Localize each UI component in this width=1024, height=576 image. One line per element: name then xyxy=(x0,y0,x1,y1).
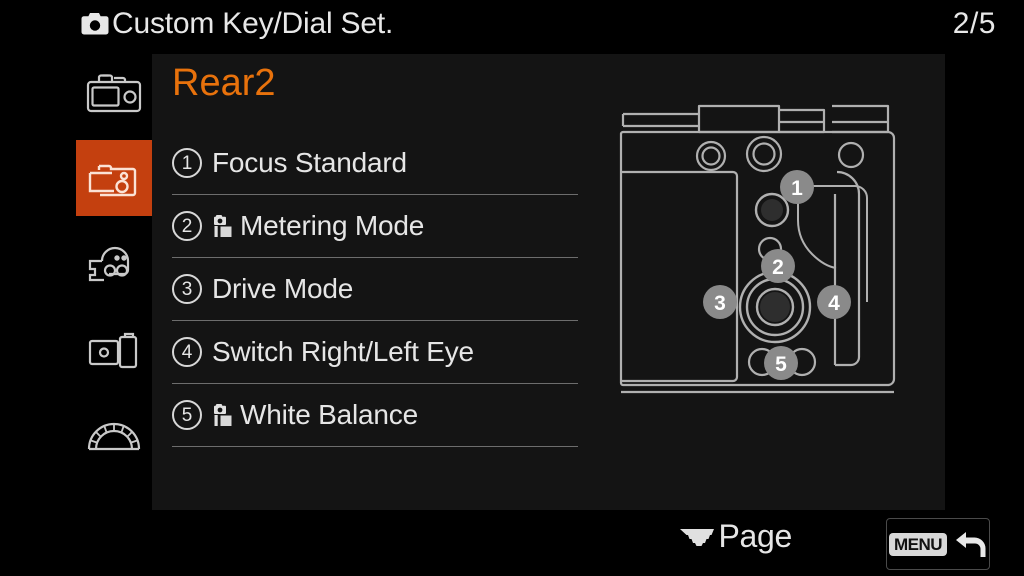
setup-gauge-icon xyxy=(87,422,141,451)
item-number-badge: 3 xyxy=(172,274,202,304)
sidebar-item-playback[interactable] xyxy=(76,312,152,388)
item-number-badge: 5 xyxy=(172,400,202,430)
svg-text:5: 5 xyxy=(775,353,787,376)
camera-menu-screen: Custom Key/Dial Set. 2/5 Rear2 1 Focus S… xyxy=(0,0,1024,576)
sidebar-item-shooting[interactable] xyxy=(76,54,152,130)
menu-item-label: Metering Mode xyxy=(240,210,425,241)
camera-rear-diagram: 1 2 3 4 5 xyxy=(607,74,917,419)
item-number-badge: 1 xyxy=(172,148,202,178)
sidebar-item-setup[interactable] xyxy=(76,398,152,474)
back-arrow-icon xyxy=(956,532,986,557)
menu-list: 1 Focus Standard 2 Metering Mode 3 Drive… xyxy=(172,132,578,447)
svg-text:4: 4 xyxy=(828,292,840,315)
sidebar-item-custom-operation[interactable] xyxy=(76,140,152,216)
menu-item-white-balance[interactable]: 5 White Balance xyxy=(172,384,578,447)
still-image-icon xyxy=(214,215,232,237)
svg-text:2: 2 xyxy=(772,256,784,279)
menu-item-label: White Balance xyxy=(240,399,418,430)
item-number-badge: 4 xyxy=(172,337,202,367)
page-title: Custom Key/Dial Set. xyxy=(112,7,394,40)
camera-body-icon xyxy=(86,74,142,113)
menu-item-label: Drive Mode xyxy=(212,273,354,304)
still-image-icon xyxy=(214,404,232,426)
menu-item-drive-mode[interactable]: 3 Drive Mode xyxy=(172,258,578,321)
svg-text:1: 1 xyxy=(791,177,803,200)
title-group: Custom Key/Dial Set. xyxy=(80,0,393,48)
menu-item-label: Switch Right/Left Eye xyxy=(212,336,474,367)
item-number-badge: 2 xyxy=(172,211,202,241)
sidebar xyxy=(76,54,152,510)
menu-item-metering-mode[interactable]: 2 Metering Mode xyxy=(172,195,578,258)
sidebar-item-network[interactable] xyxy=(76,226,152,302)
camera-icon xyxy=(81,13,109,35)
menu-item-focus-standard[interactable]: 1 Focus Standard xyxy=(172,132,578,195)
page-control[interactable]: Page xyxy=(678,520,792,552)
control-dial-icon xyxy=(680,529,715,546)
camera-settings-icon xyxy=(88,164,137,197)
menu-item-label: Focus Standard xyxy=(212,147,407,178)
title-bar: Custom Key/Dial Set. 2/5 xyxy=(0,0,1024,48)
menu-item-switch-right-left-eye[interactable]: 4 Switch Right/Left Eye xyxy=(172,321,578,384)
network-icon xyxy=(88,246,130,282)
content-panel: Rear2 1 Focus Standard 2 Metering Mode 3… xyxy=(152,54,945,510)
playback-icon xyxy=(88,332,138,369)
menu-badge-label: MENU xyxy=(888,532,948,556)
bottom-bar: Page MENU xyxy=(0,514,1024,576)
menu-back-button[interactable]: MENU xyxy=(886,518,990,570)
svg-text:3: 3 xyxy=(714,292,726,315)
page-indicator: 2/5 xyxy=(952,7,996,40)
page-label: Page xyxy=(718,518,792,554)
section-title: Rear2 xyxy=(172,62,276,104)
